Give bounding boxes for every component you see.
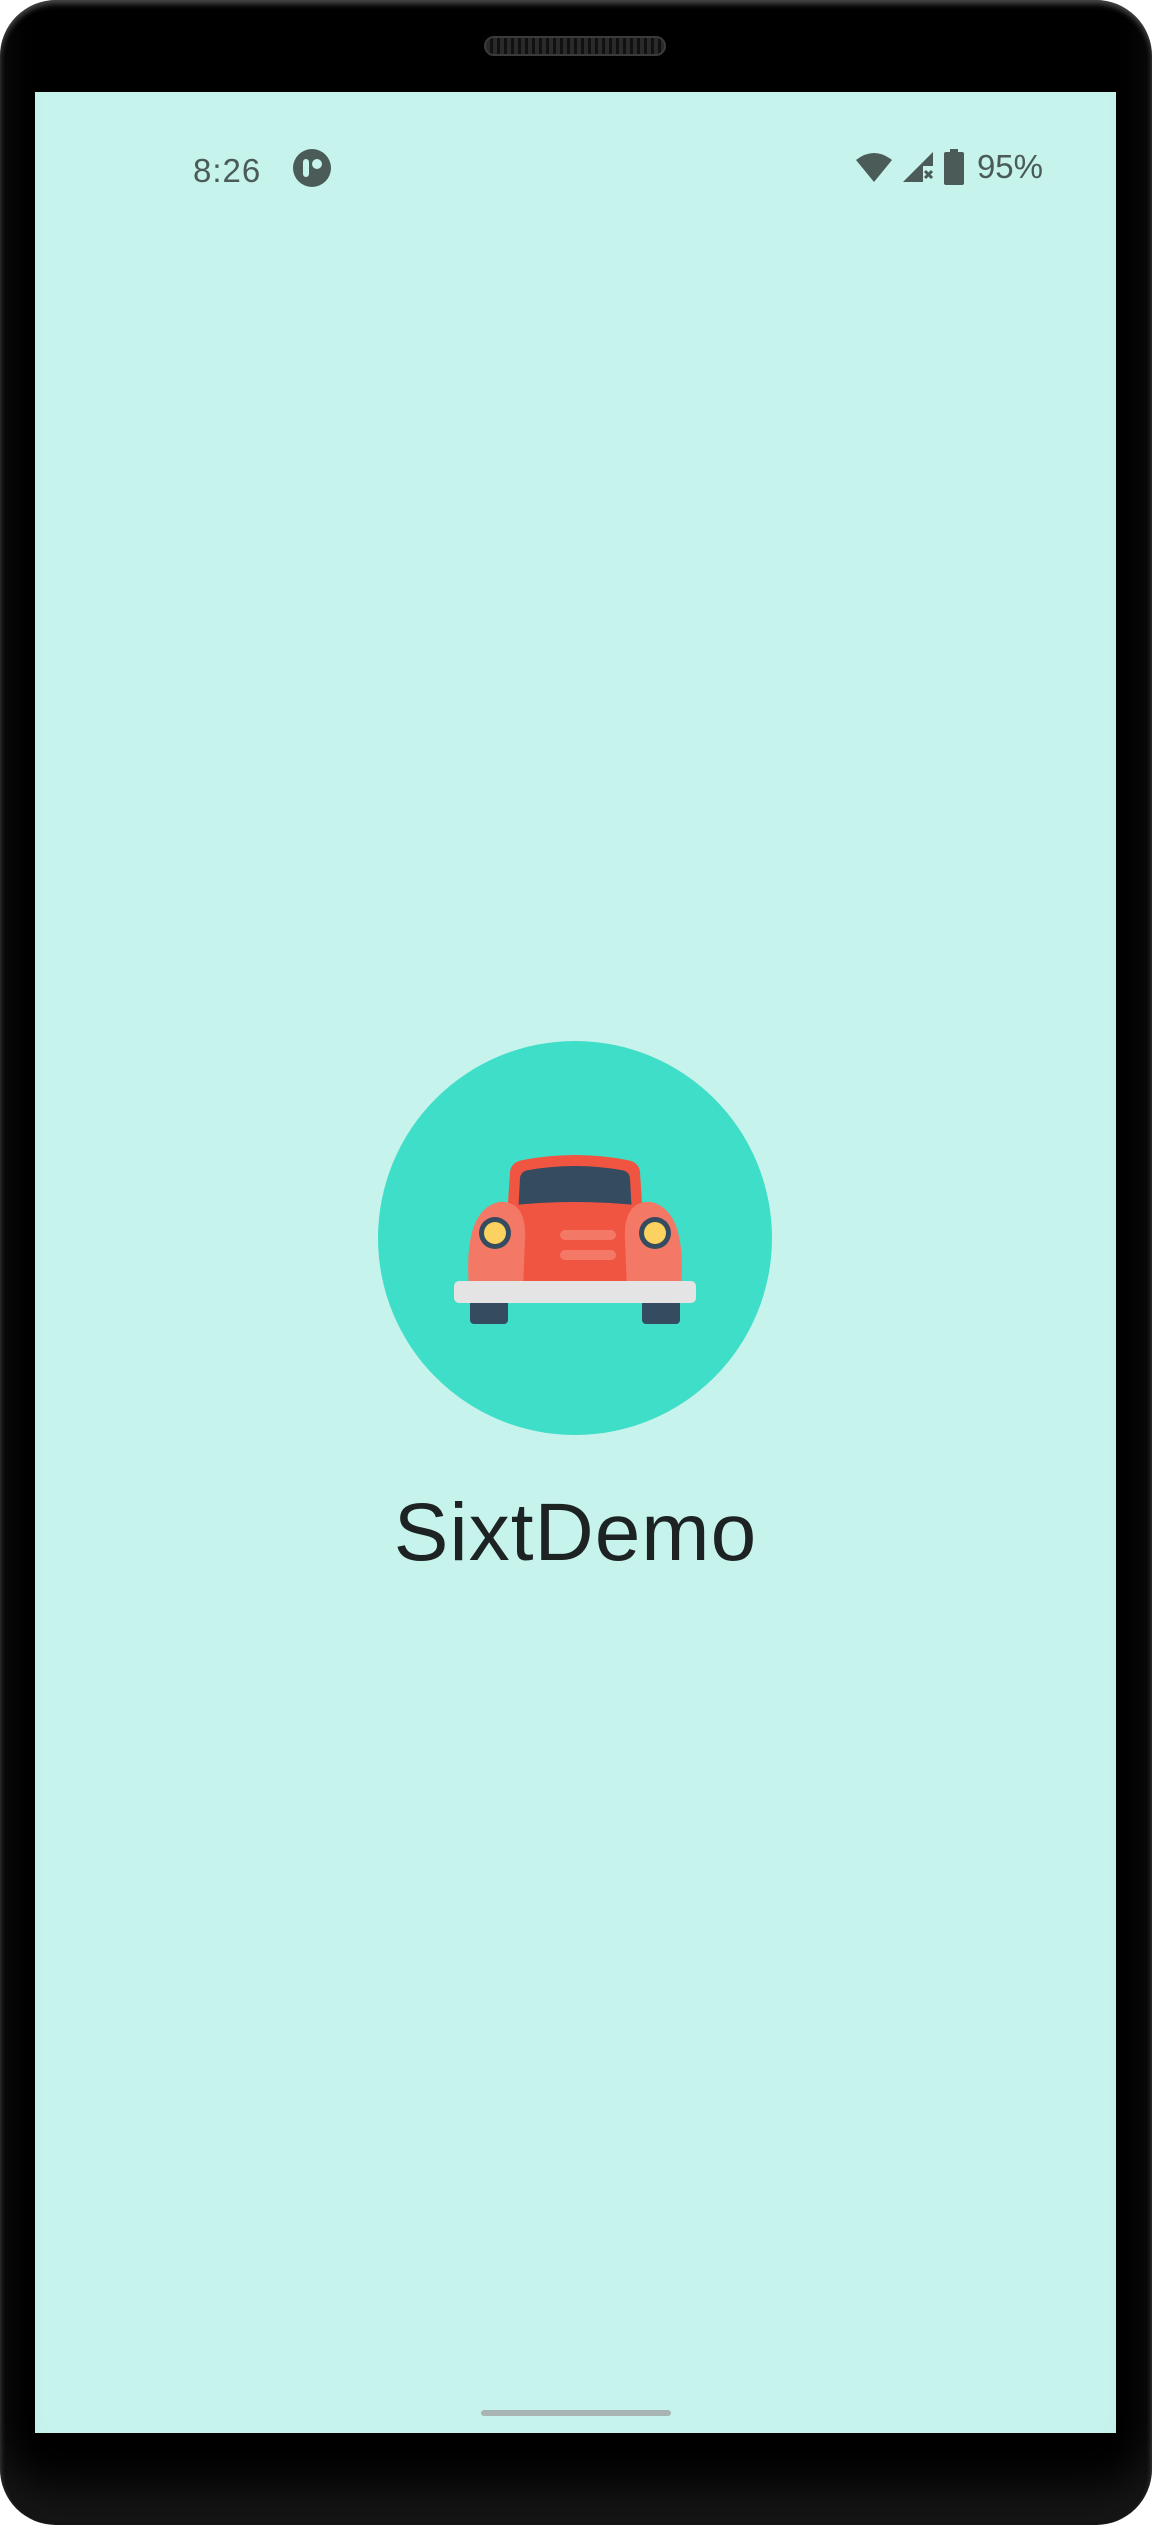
status-time: 8:26: [193, 152, 262, 189]
battery-percent: 95%: [976, 148, 1043, 185]
battery-icon: [943, 149, 964, 185]
cell-signal-no-service-icon: [902, 152, 933, 182]
status-bar: 8:26 95%: [35, 92, 1116, 242]
app-notification-icon: [293, 149, 331, 187]
wifi-icon: [855, 153, 892, 182]
device-frame: 8:26 95% SixtDemo: [0, 0, 1152, 2525]
status-indicators: 95%: [855, 147, 1043, 187]
earpiece-speaker: [484, 36, 666, 56]
app-name-title: SixtDemo: [393, 1487, 758, 1578]
home-gesture-bar[interactable]: [481, 2410, 671, 2416]
app-screen: 8:26 95% SixtDemo: [35, 92, 1116, 2433]
car-icon: [378, 1041, 772, 1435]
